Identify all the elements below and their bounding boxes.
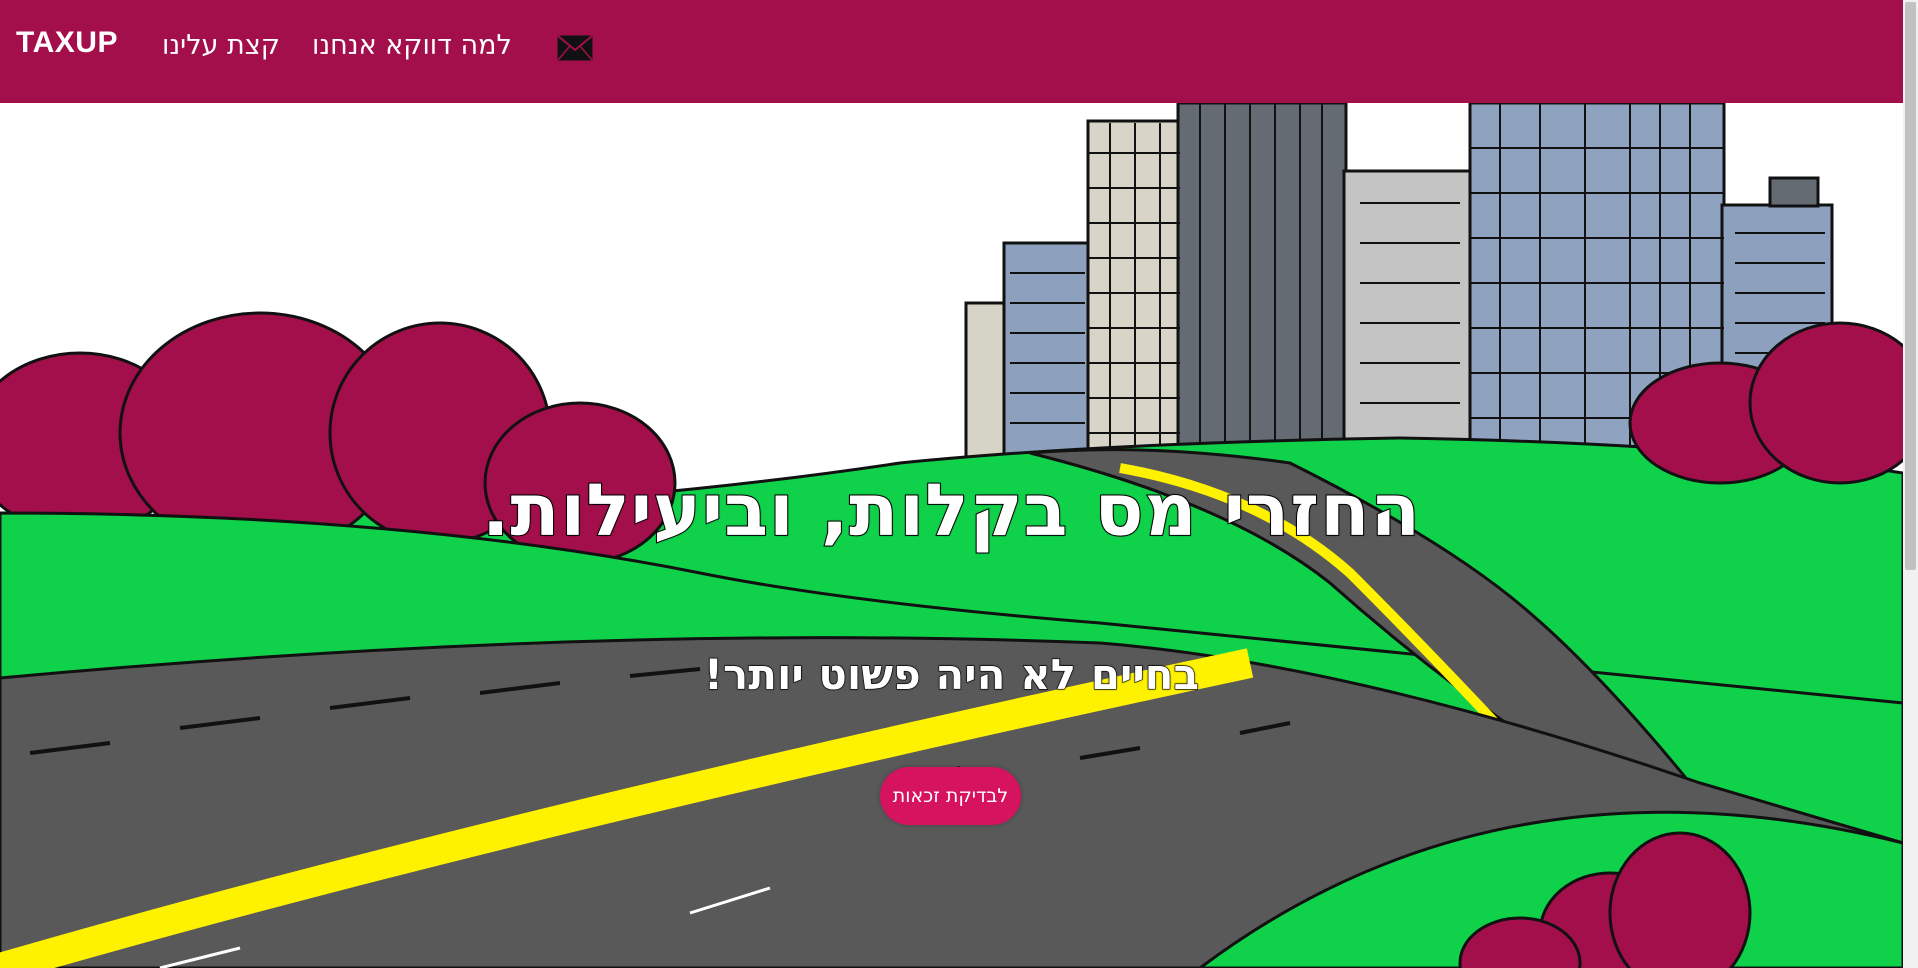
scrollbar-thumb[interactable] bbox=[1905, 2, 1916, 570]
nav-link-about[interactable]: קצת עלינו bbox=[162, 30, 280, 61]
hero-subheadline: בחיים לא היה פשוט יותר! bbox=[703, 649, 1200, 699]
hero-section: החזרי מס בקלות, וביעילות. בחיים לא היה פ… bbox=[0, 103, 1903, 968]
brand-logo-link[interactable]: TAXUP bbox=[16, 26, 118, 60]
envelope-icon[interactable] bbox=[557, 33, 593, 63]
nav-link-why-us[interactable]: למה דווקא אנחנו bbox=[312, 30, 512, 61]
top-navbar: TAXUP קצת עלינו למה דווקא אנחנו bbox=[0, 0, 1903, 103]
check-eligibility-button[interactable]: לבדיקת זכאות bbox=[880, 767, 1021, 825]
hero-headline: החזרי מס בקלות, וביעילות. bbox=[481, 467, 1422, 553]
